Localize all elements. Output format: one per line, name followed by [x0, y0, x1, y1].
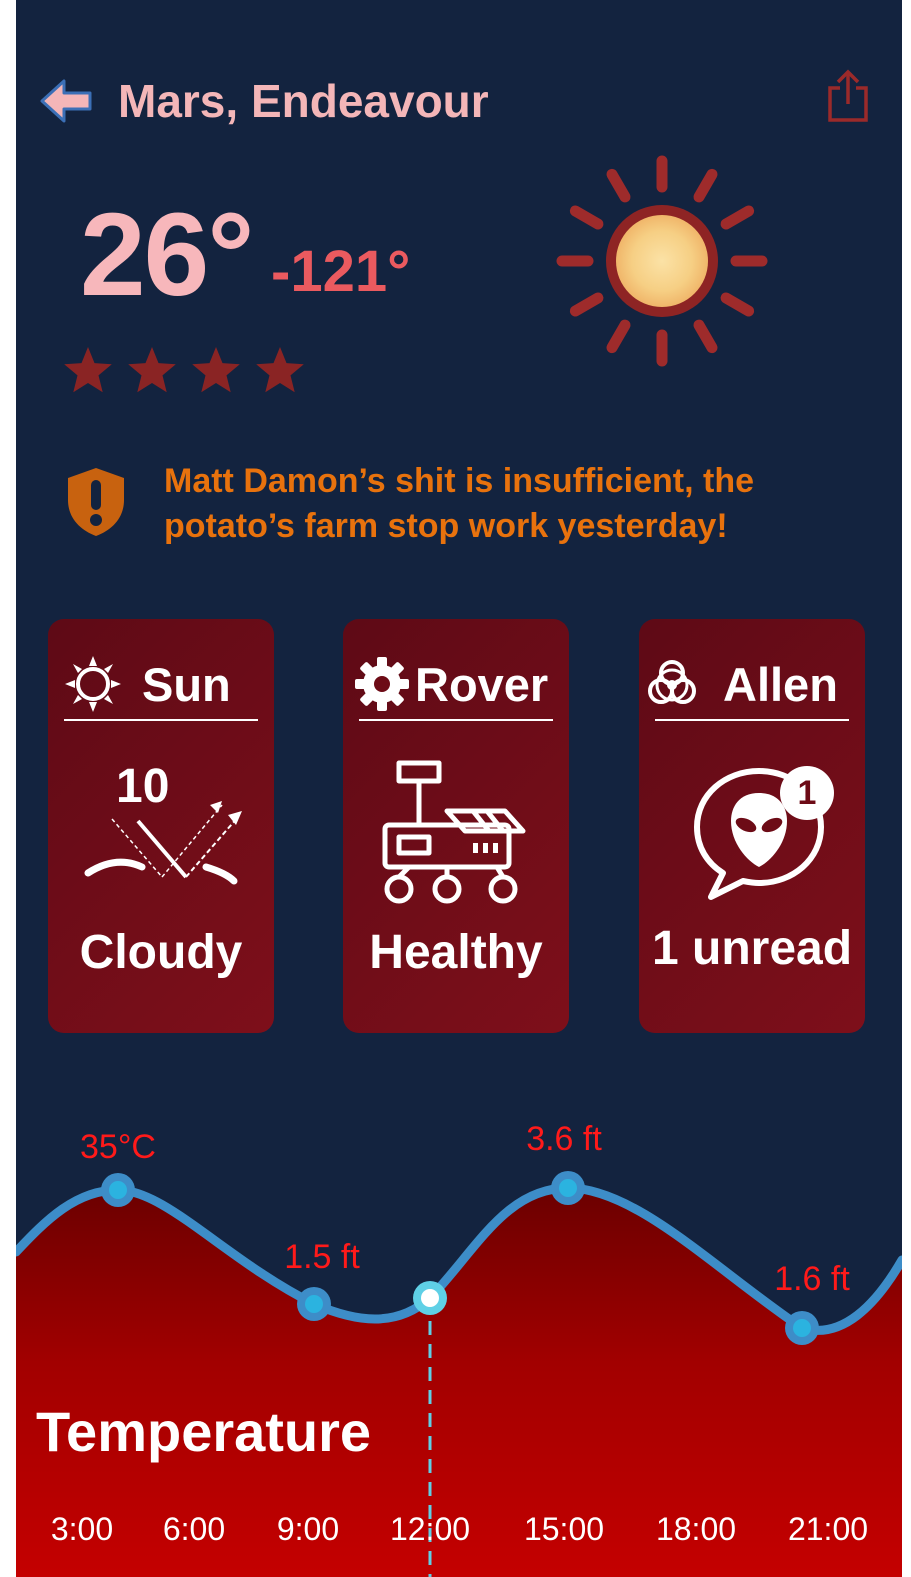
sun-angle-icon — [84, 801, 242, 885]
sun-ray — [720, 292, 755, 317]
data-label: 1.6 ft — [774, 1260, 850, 1298]
rover-card-status: Healthy — [369, 926, 543, 979]
temperature-high: 26° — [80, 189, 254, 321]
page-title: Mars, Endeavour — [118, 75, 489, 127]
alert-message: Matt Damon’s shit is insufficient, the p… — [164, 462, 755, 545]
data-label: 35°C — [80, 1128, 156, 1166]
biohazard-icon — [648, 660, 696, 704]
data-point-core — [793, 1319, 811, 1337]
unread-badge: 1 — [780, 766, 834, 820]
x-tick-label: 21:00 — [788, 1511, 868, 1547]
sun-icon — [65, 656, 121, 712]
sun-ray — [693, 168, 718, 203]
sun-card-status: Cloudy — [79, 926, 243, 979]
allen-card[interactable]: Allen 1 1 unread — [639, 619, 865, 1033]
app-screen: Mars, Endeavour 26° -121° Matt Damon’s s… — [16, 0, 902, 1577]
data-point-core — [559, 1179, 577, 1197]
data-label: 1.5 ft — [284, 1238, 360, 1276]
sun-ray — [569, 205, 604, 230]
data-label: 3.6 ft — [526, 1120, 602, 1158]
star-icon — [192, 347, 240, 393]
sun-ray — [606, 168, 631, 203]
star-icon — [64, 347, 112, 393]
rating-stars — [64, 347, 304, 393]
allen-card-status: 1 unread — [651, 922, 853, 975]
share-icon[interactable] — [826, 68, 870, 124]
data-point-core — [109, 1181, 127, 1199]
sun-card-title: Sun — [142, 658, 231, 711]
star-icon — [256, 347, 304, 393]
rover-card-header: Rover — [355, 647, 553, 721]
star-icon — [128, 347, 176, 393]
shield-alert-icon — [68, 468, 124, 536]
chart-title: Temperature — [36, 1400, 372, 1463]
allen-card-title: Allen — [723, 658, 838, 711]
temperature-chart: 35°C 1.5 ft 3.6 ft 1.6 ft 3:00 6:00 9:00 12:00 1… — [16, 1120, 902, 1577]
x-tick-label: 6:00 — [163, 1511, 225, 1547]
sun-card[interactable]: Sun 10 Cloudy — [48, 619, 274, 1033]
x-tick-label: 12:00 — [390, 1511, 470, 1547]
arrow-left-icon[interactable] — [38, 76, 94, 126]
sun-ray — [720, 205, 755, 230]
data-point-core — [305, 1295, 323, 1313]
rover-card[interactable]: Rover Healthy — [343, 619, 569, 1033]
x-tick-label: 3:00 — [51, 1511, 113, 1547]
sun-ray — [569, 292, 604, 317]
sun-ray — [606, 319, 631, 354]
current-time-marker-core — [421, 1289, 439, 1307]
x-tick-label: 18:00 — [656, 1511, 736, 1547]
sun-card-header: Sun — [64, 647, 258, 721]
rover-card-title: Rover — [415, 658, 549, 711]
sun-icon — [556, 155, 768, 367]
allen-card-header: Allen — [648, 647, 849, 721]
rover-icon — [382, 760, 526, 904]
gear-icon — [355, 657, 409, 711]
x-tick-label: 15:00 — [524, 1511, 604, 1547]
header: Mars, Endeavour — [16, 60, 902, 140]
sun-ray — [693, 319, 718, 354]
temperature-low: -121° — [271, 239, 411, 304]
x-tick-label: 9:00 — [277, 1511, 339, 1547]
